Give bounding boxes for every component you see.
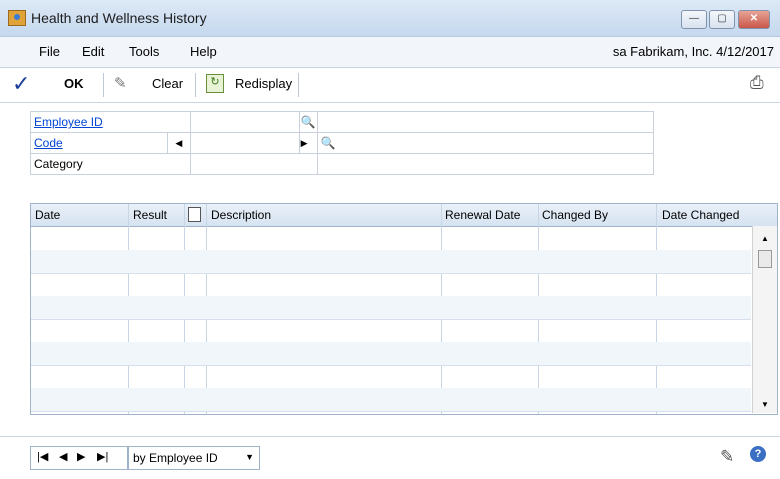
toolbar-separator	[298, 73, 299, 97]
note-icon[interactable]	[188, 207, 201, 222]
record-navigator: |◀ ◀ ▶ ▶|	[30, 446, 128, 470]
previous-code-icon[interactable]: ◀	[166, 132, 191, 154]
column-renewal-date[interactable]: Renewal Date	[445, 208, 520, 222]
table-row[interactable]	[31, 342, 751, 366]
redisplay-button[interactable]: Redisplay	[235, 76, 292, 91]
sort-dropdown[interactable]: by Employee ID ▼	[128, 446, 260, 470]
table-row[interactable]	[31, 365, 751, 389]
category-value	[189, 153, 318, 175]
close-button[interactable]: ✕	[738, 10, 770, 29]
toolbar-separator	[103, 73, 104, 97]
company-info: sa Fabrikam, Inc. 4/12/2017	[612, 44, 774, 59]
scroll-thumb[interactable]	[758, 250, 772, 268]
sort-value: by Employee ID	[133, 451, 218, 465]
table-row[interactable]	[31, 227, 751, 251]
menu-file[interactable]: File	[39, 44, 60, 59]
history-grid: Date Result Description Renewal Date Cha…	[30, 203, 778, 415]
printer-icon[interactable]: ⎙	[750, 73, 764, 93]
minimize-button[interactable]: —	[681, 10, 707, 29]
employee-id-input[interactable]	[189, 111, 300, 133]
window-title: Health and Wellness History	[31, 10, 207, 26]
note-icon[interactable]: ✎	[720, 447, 734, 467]
first-record-icon[interactable]: |◀	[37, 450, 48, 463]
column-description[interactable]: Description	[211, 208, 271, 222]
menu-tools[interactable]: Tools	[129, 44, 159, 59]
column-date-changed[interactable]: Date Changed	[662, 208, 739, 222]
menu-help[interactable]: Help	[190, 44, 217, 59]
help-icon[interactable]: ?	[750, 446, 766, 462]
table-row[interactable]	[31, 296, 751, 320]
lookup-form: Employee ID 🔍 Code ◀ ▶ 🔍 Category	[30, 111, 655, 175]
menu-edit[interactable]: Edit	[82, 44, 104, 59]
next-code-icon[interactable]: ▶	[298, 132, 318, 154]
table-row[interactable]	[31, 319, 751, 343]
eraser-icon: ✎	[114, 75, 127, 92]
employee-id-link[interactable]: Employee ID	[34, 115, 103, 129]
vertical-scrollbar[interactable]: ▲ ▼	[752, 226, 777, 413]
refresh-icon: ↻	[206, 74, 224, 93]
search-icon[interactable]: 🔍	[298, 111, 318, 133]
ok-button[interactable]: OK	[64, 76, 84, 91]
status-bar: |◀ ◀ ▶ ▶| by Employee ID ▼ ✎ ?	[0, 436, 780, 479]
column-result[interactable]: Result	[133, 208, 167, 222]
checkmark-icon: ✓	[12, 71, 31, 96]
scroll-up-icon[interactable]: ▲	[761, 234, 769, 243]
table-row[interactable]	[31, 250, 751, 274]
previous-record-icon[interactable]: ◀	[59, 450, 67, 463]
clear-button[interactable]: Clear	[152, 76, 183, 91]
grid-header: Date Result Description Renewal Date Cha…	[31, 204, 777, 227]
title-bar: Health and Wellness History — ▢ ✕	[0, 0, 780, 37]
category-label: Category	[34, 157, 83, 171]
column-changed-by[interactable]: Changed By	[542, 208, 608, 222]
next-record-icon[interactable]: ▶	[77, 450, 85, 463]
toolbar: ✓ OK ✎ Clear ↻ Redisplay ⎙	[0, 68, 780, 103]
chevron-down-icon: ▼	[245, 452, 254, 462]
main-content: Employee ID 🔍 Code ◀ ▶ 🔍 Category Date R…	[0, 103, 780, 478]
scroll-down-icon[interactable]: ▼	[761, 400, 769, 409]
maximize-button[interactable]: ▢	[709, 10, 735, 29]
table-row[interactable]	[31, 273, 751, 297]
app-icon	[8, 10, 26, 26]
last-record-icon[interactable]: ▶|	[97, 450, 108, 463]
code-input[interactable]	[189, 132, 300, 154]
code-search-icon[interactable]: 🔍	[321, 136, 336, 150]
toolbar-separator	[195, 73, 196, 97]
menu-bar: File Edit Tools Help sa Fabrikam, Inc. 4…	[0, 37, 780, 68]
table-row[interactable]	[31, 388, 751, 412]
code-link[interactable]: Code	[34, 136, 63, 150]
column-date[interactable]: Date	[35, 208, 60, 222]
